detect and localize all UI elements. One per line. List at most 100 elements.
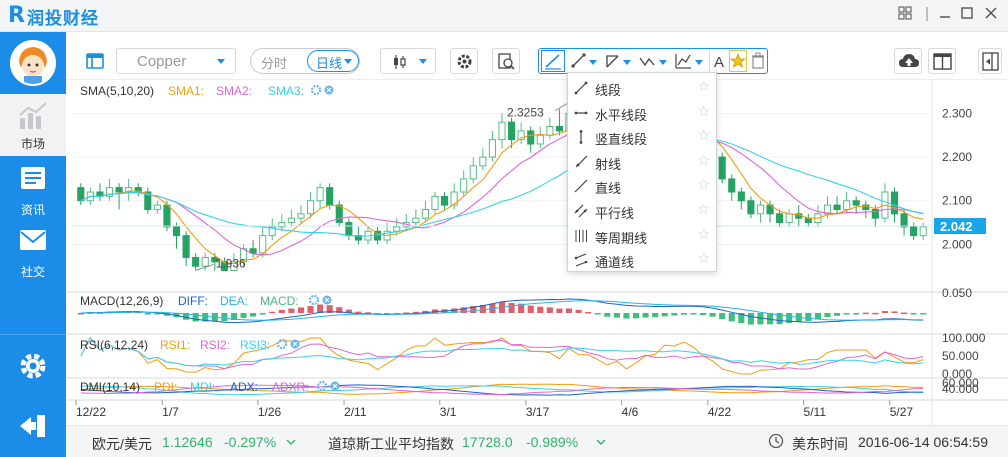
collapse-panel-button[interactable] bbox=[978, 48, 1002, 74]
fx-name: 欧元/美元 bbox=[92, 436, 152, 452]
dmi-mdi-label: MDI: bbox=[190, 380, 216, 394]
macd-bar bbox=[652, 313, 659, 318]
menu-item-label: 通道线 bbox=[595, 255, 635, 271]
parallel-lines-icon bbox=[574, 204, 588, 218]
draw-segment-tool[interactable] bbox=[569, 50, 599, 72]
macd-bar bbox=[192, 313, 199, 322]
price-chart[interactable]: 2.300 2.200 2.100 2.000 2.3253 1.936 2.042 0.05… bbox=[66, 80, 1008, 425]
rsi3-label: RSI3: bbox=[240, 338, 271, 352]
candle-body bbox=[756, 204, 765, 215]
candle-body bbox=[900, 213, 908, 228]
candle-body bbox=[431, 195, 439, 210]
chart-canvas[interactable]: 2.300 2.200 2.100 2.000 2.3253 1.936 2.042 0.05… bbox=[66, 80, 1008, 425]
star-outline-icon[interactable]: ☆ bbox=[697, 250, 710, 267]
gear-icon bbox=[457, 54, 472, 69]
draw-wave-tool[interactable] bbox=[637, 50, 669, 72]
favorite-tool[interactable] bbox=[729, 50, 747, 72]
star-outline-icon[interactable]: ☆ bbox=[697, 226, 710, 243]
menu-item-parallel[interactable]: 平行线 ☆ bbox=[568, 198, 718, 223]
chevron-down-icon[interactable] bbox=[286, 434, 296, 450]
cloud-upload-button[interactable] bbox=[894, 48, 922, 74]
pencil-icon bbox=[545, 54, 561, 70]
star-outline-icon[interactable]: ☆ bbox=[697, 103, 710, 120]
macd-bar bbox=[632, 313, 640, 319]
sidebar-item-label: 资讯 bbox=[20, 203, 45, 217]
menu-item-vertical-segment[interactable]: 竖直线段 ☆ bbox=[568, 124, 718, 149]
candle-body bbox=[919, 226, 927, 237]
star-outline-icon[interactable]: ☆ bbox=[697, 176, 710, 193]
price-tick-label: 2.100 bbox=[942, 194, 972, 208]
news-icon bbox=[21, 167, 45, 189]
avatar[interactable] bbox=[10, 40, 56, 86]
minimize-icon[interactable] bbox=[936, 6, 954, 24]
sidebar-item-market[interactable]: 市场 bbox=[0, 94, 66, 156]
sma-settings-icon[interactable] bbox=[310, 84, 336, 99]
macd-bar bbox=[728, 313, 735, 322]
symbol-select[interactable]: Copper bbox=[116, 48, 236, 74]
macd-bar bbox=[699, 313, 707, 316]
candle-body bbox=[393, 226, 401, 232]
grid-layout-icon[interactable] bbox=[896, 6, 914, 24]
macd-bar bbox=[604, 313, 611, 317]
draw-line-tool[interactable] bbox=[541, 50, 565, 72]
tab-intraday[interactable]: 分时 bbox=[261, 53, 287, 72]
macd-bar bbox=[747, 313, 754, 325]
macd-bar bbox=[642, 313, 649, 318]
menu-item-ray[interactable]: 射线 ☆ bbox=[568, 149, 718, 174]
macd-bar bbox=[288, 308, 295, 313]
draw-angle-tool[interactable] bbox=[603, 50, 633, 72]
menu-item-horizontal-segment[interactable]: 水平线段 ☆ bbox=[568, 100, 718, 125]
indicator-settings-button[interactable] bbox=[450, 48, 478, 74]
exit-icon bbox=[20, 415, 45, 437]
candle-body bbox=[488, 139, 496, 158]
macd-bar bbox=[843, 313, 850, 315]
candle-body bbox=[287, 217, 295, 224]
draw-fibonacci-tool[interactable] bbox=[673, 50, 705, 72]
menu-item-label: 水平线段 bbox=[595, 107, 648, 123]
close-icon[interactable] bbox=[982, 6, 1000, 24]
macd-bar bbox=[575, 309, 582, 313]
vertical-segment-icon bbox=[574, 130, 588, 145]
logout-button[interactable] bbox=[0, 400, 66, 452]
candle-body bbox=[163, 204, 171, 228]
logo-text: 润投财经 bbox=[26, 8, 99, 28]
menu-item-equal-period[interactable]: 等周期线 ☆ bbox=[568, 223, 718, 248]
menu-item-line[interactable]: 直线 ☆ bbox=[568, 173, 718, 198]
star-outline-icon[interactable]: ☆ bbox=[697, 152, 710, 169]
menu-item-label: 平行线 bbox=[595, 206, 635, 221]
candle-body bbox=[460, 178, 468, 193]
split-view-button[interactable] bbox=[928, 48, 956, 74]
candle-body bbox=[326, 187, 334, 206]
macd-bar bbox=[853, 313, 860, 315]
text-tool[interactable]: A bbox=[709, 50, 727, 72]
date-tick-label: 3/17 bbox=[526, 405, 550, 419]
star-outline-icon[interactable]: ☆ bbox=[697, 127, 710, 144]
layout-button[interactable] bbox=[78, 48, 112, 74]
star-outline-icon[interactable]: ☆ bbox=[697, 201, 710, 218]
macd-bar bbox=[872, 312, 879, 315]
price-tick-label: 2.000 bbox=[942, 237, 972, 251]
candle-body bbox=[440, 195, 449, 206]
maximize-icon[interactable] bbox=[958, 6, 976, 24]
sma2-line bbox=[80, 130, 924, 256]
candle-body bbox=[316, 187, 324, 202]
dmi-settings-icon[interactable] bbox=[316, 380, 342, 395]
tab-daily[interactable]: 日线 bbox=[307, 50, 359, 72]
macd-bar bbox=[910, 313, 917, 315]
settings-button[interactable] bbox=[0, 340, 66, 392]
angle-icon bbox=[606, 55, 631, 68]
chart-type-select[interactable] bbox=[380, 48, 436, 74]
chevron-down-icon[interactable] bbox=[596, 434, 606, 450]
delete-drawings-button[interactable] bbox=[749, 50, 767, 72]
sidebar-item-news[interactable]: 资讯 bbox=[0, 160, 66, 222]
star-outline-icon[interactable]: ☆ bbox=[697, 78, 710, 95]
macd-settings-icon[interactable] bbox=[308, 294, 334, 309]
chart-search-button[interactable] bbox=[492, 48, 520, 74]
rsi-settings-icon[interactable] bbox=[276, 338, 302, 353]
candle-body bbox=[527, 130, 535, 145]
sidebar-item-social[interactable]: 社交 bbox=[0, 222, 66, 284]
menu-item-segment[interactable]: 线段 ☆ bbox=[568, 75, 718, 100]
market-chart-icon bbox=[19, 102, 47, 129]
menu-item-channel[interactable]: 通道线 ☆ bbox=[568, 247, 718, 272]
rsi2-label: RSI2: bbox=[200, 338, 231, 352]
